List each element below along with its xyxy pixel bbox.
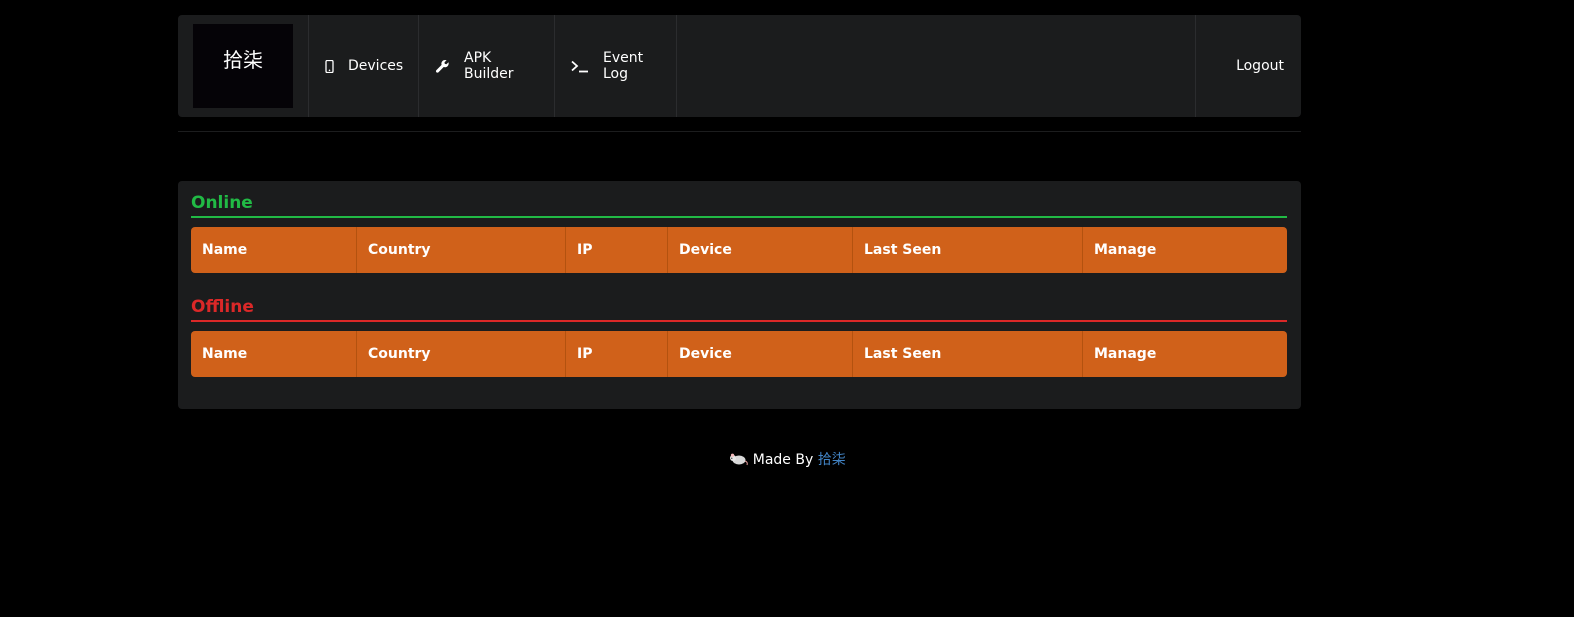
nav-item-label: APK Builder — [464, 50, 514, 82]
offline-table-header: Name Country IP Device Last Seen Manage — [191, 331, 1287, 377]
column-header-device[interactable]: Device — [668, 227, 853, 273]
header-divider — [178, 131, 1301, 132]
nav-item-apk-builder[interactable]: APK Builder — [419, 15, 555, 117]
nav-item-label: Event Log — [603, 50, 644, 82]
column-header-country[interactable]: Country — [357, 227, 566, 273]
rat-icon — [728, 452, 752, 468]
column-header-last-seen[interactable]: Last Seen — [853, 331, 1083, 377]
online-table-header: Name Country IP Device Last Seen Manage — [191, 227, 1287, 273]
nav-item-event-log[interactable]: Event Log — [555, 15, 677, 117]
footer-prefix: Made By — [752, 452, 814, 468]
author-link[interactable]: 拾柒 — [818, 452, 846, 468]
column-header-manage[interactable]: Manage — [1083, 227, 1287, 273]
online-section-header: Online — [191, 193, 1287, 230]
column-header-ip[interactable]: IP — [566, 227, 668, 273]
nav-item-devices[interactable]: Devices — [309, 15, 419, 117]
wrench-icon — [435, 59, 450, 74]
top-navbar: 拾柒 Devices APK Builder Event Log Logout — [178, 15, 1301, 117]
column-header-last-seen[interactable]: Last Seen — [853, 227, 1083, 273]
terminal-icon — [571, 60, 589, 73]
nav-item-label: Devices — [348, 58, 404, 74]
column-header-name[interactable]: Name — [191, 331, 357, 377]
column-header-name[interactable]: Name — [191, 227, 357, 273]
column-header-ip[interactable]: IP — [566, 331, 668, 377]
column-header-manage[interactable]: Manage — [1083, 331, 1287, 377]
mobile-icon — [325, 59, 334, 73]
devices-panel: Online Name Country IP Device Last Seen … — [178, 181, 1301, 409]
online-title: Online — [191, 193, 1287, 218]
logout-button[interactable]: Logout — [1196, 15, 1301, 117]
footer: Made By 拾柒 — [0, 449, 1574, 469]
logo[interactable]: 拾柒 — [193, 24, 293, 108]
offline-section-header: Offline — [191, 297, 1287, 334]
column-header-country[interactable]: Country — [357, 331, 566, 377]
offline-title: Offline — [191, 297, 1287, 322]
nav-spacer — [677, 15, 1196, 117]
logo-cell: 拾柒 — [178, 15, 309, 117]
column-header-device[interactable]: Device — [668, 331, 853, 377]
